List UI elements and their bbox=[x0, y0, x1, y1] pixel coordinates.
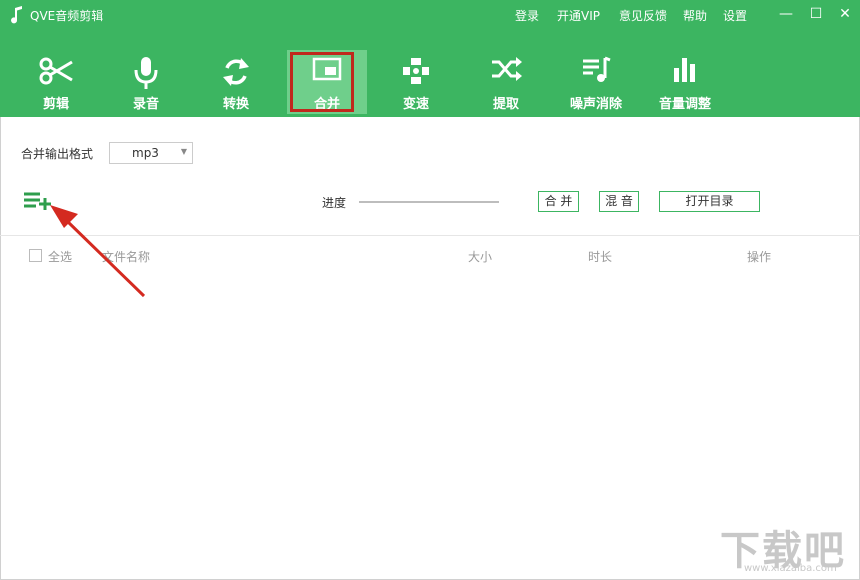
output-format-select[interactable]: mp3 ▼ bbox=[109, 142, 193, 164]
merge-button[interactable]: 合 并 bbox=[538, 191, 579, 212]
help-link[interactable]: 帮助 bbox=[683, 7, 707, 24]
close-button[interactable]: ✕ bbox=[835, 4, 855, 24]
mix-button[interactable]: 混 音 bbox=[599, 191, 639, 212]
output-format-label: 合并输出格式 bbox=[21, 147, 94, 161]
tool-cut[interactable]: 剪辑 bbox=[16, 50, 96, 114]
tool-merge[interactable]: 合并 bbox=[287, 50, 367, 114]
tool-volume[interactable]: 音量调整 bbox=[645, 50, 725, 114]
tool-speed[interactable]: 变速 bbox=[376, 50, 456, 114]
maximize-button[interactable]: ☐ bbox=[806, 4, 826, 24]
login-link[interactable]: 登录 bbox=[515, 7, 539, 24]
tool-label: 合并 bbox=[313, 97, 340, 112]
settings-link[interactable]: 设置 bbox=[723, 7, 747, 24]
merge-icon bbox=[312, 57, 342, 81]
tool-label: 变速 bbox=[402, 97, 429, 112]
volume-bars-icon bbox=[674, 58, 695, 82]
minimize-button[interactable]: — bbox=[776, 4, 796, 24]
output-format-value: mp3 bbox=[132, 146, 159, 160]
add-file-icon[interactable] bbox=[24, 191, 52, 211]
progress-bar bbox=[359, 201, 499, 203]
speed-icon bbox=[403, 58, 429, 84]
column-header-duration: 时长 bbox=[588, 250, 613, 264]
tool-label: 噪声消除 bbox=[569, 97, 622, 112]
tool-record[interactable]: 录音 bbox=[106, 50, 186, 114]
microphone-icon bbox=[134, 57, 158, 89]
tool-label: 剪辑 bbox=[42, 97, 69, 112]
tool-label: 音量调整 bbox=[658, 97, 711, 112]
title-bar: QVE音频剪辑 登录 开通VIP 意见反馈 帮助 设置 — ☐ ✕ bbox=[0, 0, 860, 30]
divider bbox=[0, 235, 860, 236]
tool-denoise[interactable]: 噪声消除 bbox=[556, 50, 636, 114]
tool-label: 录音 bbox=[132, 97, 159, 112]
column-header-filename: 文件名称 bbox=[102, 250, 151, 264]
tool-convert[interactable]: 转换 bbox=[196, 50, 276, 114]
tool-label: 提取 bbox=[492, 97, 519, 112]
chevron-down-icon: ▼ bbox=[180, 147, 187, 156]
feedback-link[interactable]: 意见反馈 bbox=[619, 7, 667, 24]
refresh-icon bbox=[223, 58, 249, 86]
select-all-checkbox[interactable] bbox=[29, 249, 42, 262]
shuffle-icon bbox=[492, 57, 522, 81]
app-title: QVE音频剪辑 bbox=[30, 9, 104, 23]
column-header-size: 大小 bbox=[468, 250, 493, 264]
open-directory-button[interactable]: 打开目录 bbox=[659, 191, 760, 212]
noise-icon bbox=[583, 56, 611, 82]
music-note-icon bbox=[11, 6, 22, 24]
tool-label: 转换 bbox=[222, 97, 249, 112]
vip-link[interactable]: 开通VIP bbox=[557, 7, 600, 24]
column-header-actions: 操作 bbox=[747, 250, 772, 264]
watermark-url: www.xiazaiba.com bbox=[744, 563, 837, 574]
select-all-label: 全选 bbox=[48, 250, 73, 264]
scissors-icon bbox=[39, 57, 73, 85]
tool-extract[interactable]: 提取 bbox=[466, 50, 546, 114]
progress-label: 进度 bbox=[322, 196, 347, 210]
content-panel bbox=[0, 117, 860, 580]
